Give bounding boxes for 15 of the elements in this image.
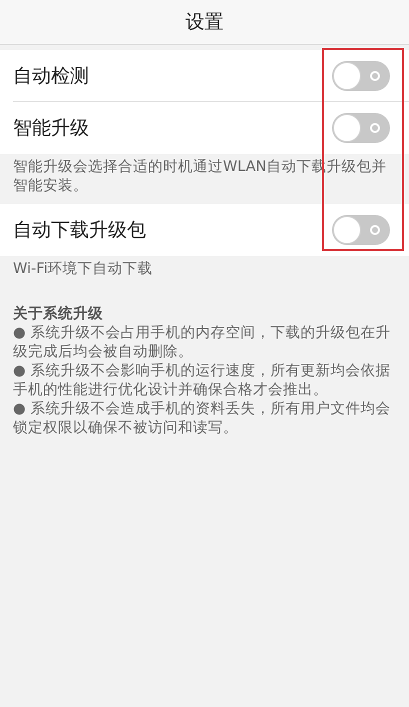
info-paragraph: ● 系统升级不会影响手机的运行速度，所有更新均会依据手机的性能进行优化设计并确保合格才会推出。 xyxy=(13,362,392,400)
setting-row[interactable]: 自动检测 xyxy=(0,50,409,102)
info-paragraph: ● 系统升级不会占用手机的内存空间，下载的升级包在升级完成后均会被自动删除。 xyxy=(13,324,392,362)
section-title: 关于系统升级 xyxy=(13,305,104,324)
setting-label: 自动检测 xyxy=(13,64,89,89)
toggle-switch[interactable] xyxy=(332,113,390,143)
window-title: 设置 xyxy=(186,10,224,35)
setting-label: 智能升级 xyxy=(13,116,89,141)
toggle-switch[interactable] xyxy=(332,61,390,91)
info-paragraph: ● 系统升级不会造成手机的资料丢失，所有用户文件均会锁定权限以确保不被访问和读写。 xyxy=(13,400,392,438)
setting-row[interactable]: 自动下载升级包 xyxy=(0,204,409,256)
setting-description: Wi-Fi环境下自动下载 xyxy=(13,260,154,279)
setting-label: 自动下载升级包 xyxy=(13,218,146,243)
toggle-switch[interactable] xyxy=(332,215,390,245)
setting-row[interactable]: 智能升级 xyxy=(0,102,409,154)
